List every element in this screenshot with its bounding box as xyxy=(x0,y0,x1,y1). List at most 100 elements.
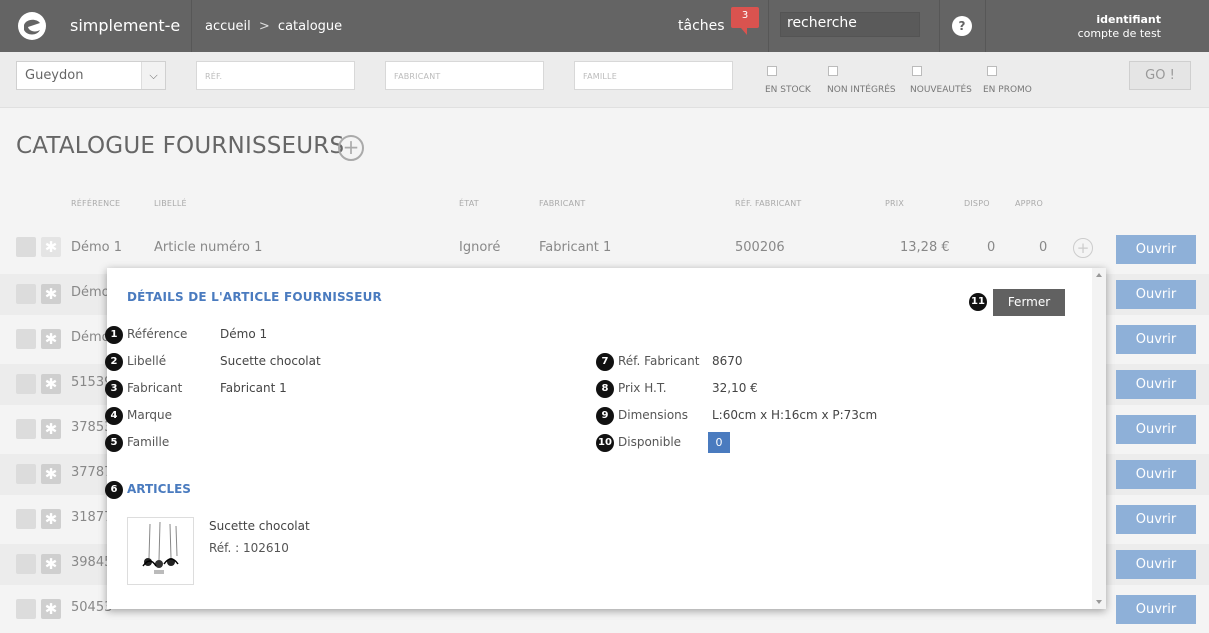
not-integrated-checkbox[interactable] xyxy=(828,66,838,76)
supplier-select[interactable]: Gueydon ⌵ xyxy=(16,61,166,90)
table-row[interactable]: ✱ Démo 1 Article numéro 1 Ignoré Fabrica… xyxy=(0,227,1209,268)
hand-icon[interactable] xyxy=(16,329,36,349)
marker-6: 6 xyxy=(105,481,123,499)
cell-appro: 0 xyxy=(1039,240,1048,255)
open-button[interactable]: Ouvrir xyxy=(1116,505,1196,534)
field-value-ref-fabricant: 8670 xyxy=(712,354,743,368)
star-icon[interactable]: ✱ xyxy=(41,329,61,349)
star-icon[interactable]: ✱ xyxy=(41,509,61,529)
field-label-libelle: Libellé xyxy=(127,354,167,368)
open-button[interactable]: Ouvrir xyxy=(1116,235,1196,264)
column-header-fabricant[interactable]: FABRICANT xyxy=(539,199,585,208)
article-ref: Réf. : 102610 xyxy=(209,541,289,555)
ref-filter-input[interactable]: RÉF. xyxy=(196,61,355,90)
star-icon[interactable]: ✱ xyxy=(41,419,61,439)
famille-filter-input[interactable]: FAMILLE xyxy=(574,61,733,90)
hand-icon[interactable] xyxy=(16,374,36,394)
in-stock-checkbox[interactable] xyxy=(767,66,777,76)
hand-icon[interactable] xyxy=(16,419,36,439)
star-icon[interactable]: ✱ xyxy=(41,374,61,394)
cell-libelle: Article numéro 1 xyxy=(154,240,263,255)
hand-icon[interactable] xyxy=(16,464,36,484)
new-items-label: NOUVEAUTÉS xyxy=(910,85,972,95)
hand-icon[interactable] xyxy=(16,599,36,619)
field-label-disponible: Disponible xyxy=(618,435,682,449)
article-thumbnail[interactable] xyxy=(127,517,194,585)
articles-section-title: ARTICLES xyxy=(127,482,191,496)
tasks-count-badge[interactable]: 3 xyxy=(731,7,759,35)
app-name[interactable]: simplement-e xyxy=(70,16,180,35)
divider xyxy=(985,0,986,52)
tasks-link[interactable]: tâches xyxy=(678,18,725,34)
breadcrumb-home[interactable]: accueil xyxy=(205,19,251,34)
top-bar: simplement-e accueil > catalogue tâches … xyxy=(0,0,1209,52)
breadcrumb-separator-icon: > xyxy=(258,19,270,34)
cell-ref-fabricant: 500206 xyxy=(735,240,785,255)
cell-reference: Démo 1 xyxy=(71,240,123,255)
open-button[interactable]: Ouvrir xyxy=(1116,415,1196,444)
user-menu[interactable]: identifiant compte de test xyxy=(1078,13,1161,41)
field-label-marque: Marque xyxy=(127,408,173,422)
open-button[interactable]: Ouvrir xyxy=(1116,280,1196,309)
fabricant-filter-input[interactable]: FABRICANT xyxy=(385,61,544,90)
open-button[interactable]: Ouvrir xyxy=(1116,595,1196,624)
scroll-down-icon[interactable] xyxy=(1096,600,1102,604)
divider xyxy=(191,0,192,52)
marker-5: 5 xyxy=(105,434,123,452)
marker-3: 3 xyxy=(105,380,123,398)
marker-4: 4 xyxy=(105,407,123,425)
column-header-ref-fabricant[interactable]: RÉF. FABRICANT xyxy=(735,199,802,208)
modal-title: DÉTAILS DE L'ARTICLE FOURNISSEUR xyxy=(127,290,382,304)
field-label-dimensions: Dimensions xyxy=(618,408,689,422)
hand-icon[interactable] xyxy=(16,284,36,304)
column-header-appro[interactable]: APPRO xyxy=(1015,199,1043,208)
open-button[interactable]: Ouvrir xyxy=(1116,460,1196,489)
in-stock-label: EN STOCK xyxy=(765,85,811,95)
chevron-down-icon: ⌵ xyxy=(141,62,165,89)
user-name: identifiant xyxy=(1096,13,1161,26)
star-icon[interactable]: ✱ xyxy=(41,237,61,257)
field-label-prix: Prix H.T. xyxy=(618,381,667,395)
cell-fabricant: Fabricant 1 xyxy=(539,240,612,255)
open-button[interactable]: Ouvrir xyxy=(1116,550,1196,579)
divider xyxy=(768,0,769,52)
star-icon[interactable]: ✱ xyxy=(41,599,61,619)
field-value-dimensions: L:60cm x H:16cm x P:73cm xyxy=(712,408,878,422)
modal-scrollbar[interactable] xyxy=(1092,268,1106,609)
column-header-prix[interactable]: PRIX xyxy=(885,199,904,208)
add-icon[interactable]: + xyxy=(338,135,364,161)
close-button[interactable]: Fermer xyxy=(993,289,1065,316)
open-button[interactable]: Ouvrir xyxy=(1116,370,1196,399)
column-header-reference[interactable]: RÉFÉRENCE xyxy=(71,199,120,208)
search-input[interactable]: recherche xyxy=(780,12,920,37)
column-header-dispo[interactable]: DISPO xyxy=(964,199,990,208)
star-icon[interactable]: ✱ xyxy=(41,284,61,304)
star-icon[interactable]: ✱ xyxy=(41,464,61,484)
field-value-libelle: Sucette chocolat xyxy=(220,354,321,368)
page-title: CATALOGUE FOURNISSEURS xyxy=(16,133,345,159)
marker-8: 8 xyxy=(596,380,614,398)
marker-11: 11 xyxy=(969,293,987,311)
hand-icon[interactable] xyxy=(16,237,36,257)
article-name[interactable]: Sucette chocolat xyxy=(209,519,310,533)
go-button[interactable]: GO ! xyxy=(1129,61,1191,90)
marker-7: 7 xyxy=(596,353,614,371)
open-button[interactable]: Ouvrir xyxy=(1116,325,1196,354)
field-label-famille: Famille xyxy=(127,435,170,449)
promo-checkbox[interactable] xyxy=(987,66,997,76)
scroll-up-icon[interactable] xyxy=(1096,273,1102,277)
star-icon[interactable]: ✱ xyxy=(41,554,61,574)
cell-prix: 13,28 € xyxy=(900,240,950,255)
not-integrated-label: NON INTÉGRÉS xyxy=(827,85,896,95)
hand-icon[interactable] xyxy=(16,554,36,574)
column-header-etat[interactable]: ÉTAT xyxy=(459,199,479,208)
column-header-libelle[interactable]: LIBELLÉ xyxy=(154,199,187,208)
help-icon[interactable]: ? xyxy=(952,16,972,36)
marker-2: 2 xyxy=(105,353,123,371)
new-items-checkbox[interactable] xyxy=(912,66,922,76)
field-label-ref-fabricant: Réf. Fabricant xyxy=(618,354,700,368)
breadcrumb-catalogue[interactable]: catalogue xyxy=(278,19,342,34)
hand-icon[interactable] xyxy=(16,509,36,529)
logo-icon[interactable] xyxy=(16,10,48,42)
add-row-icon[interactable]: + xyxy=(1073,238,1093,258)
